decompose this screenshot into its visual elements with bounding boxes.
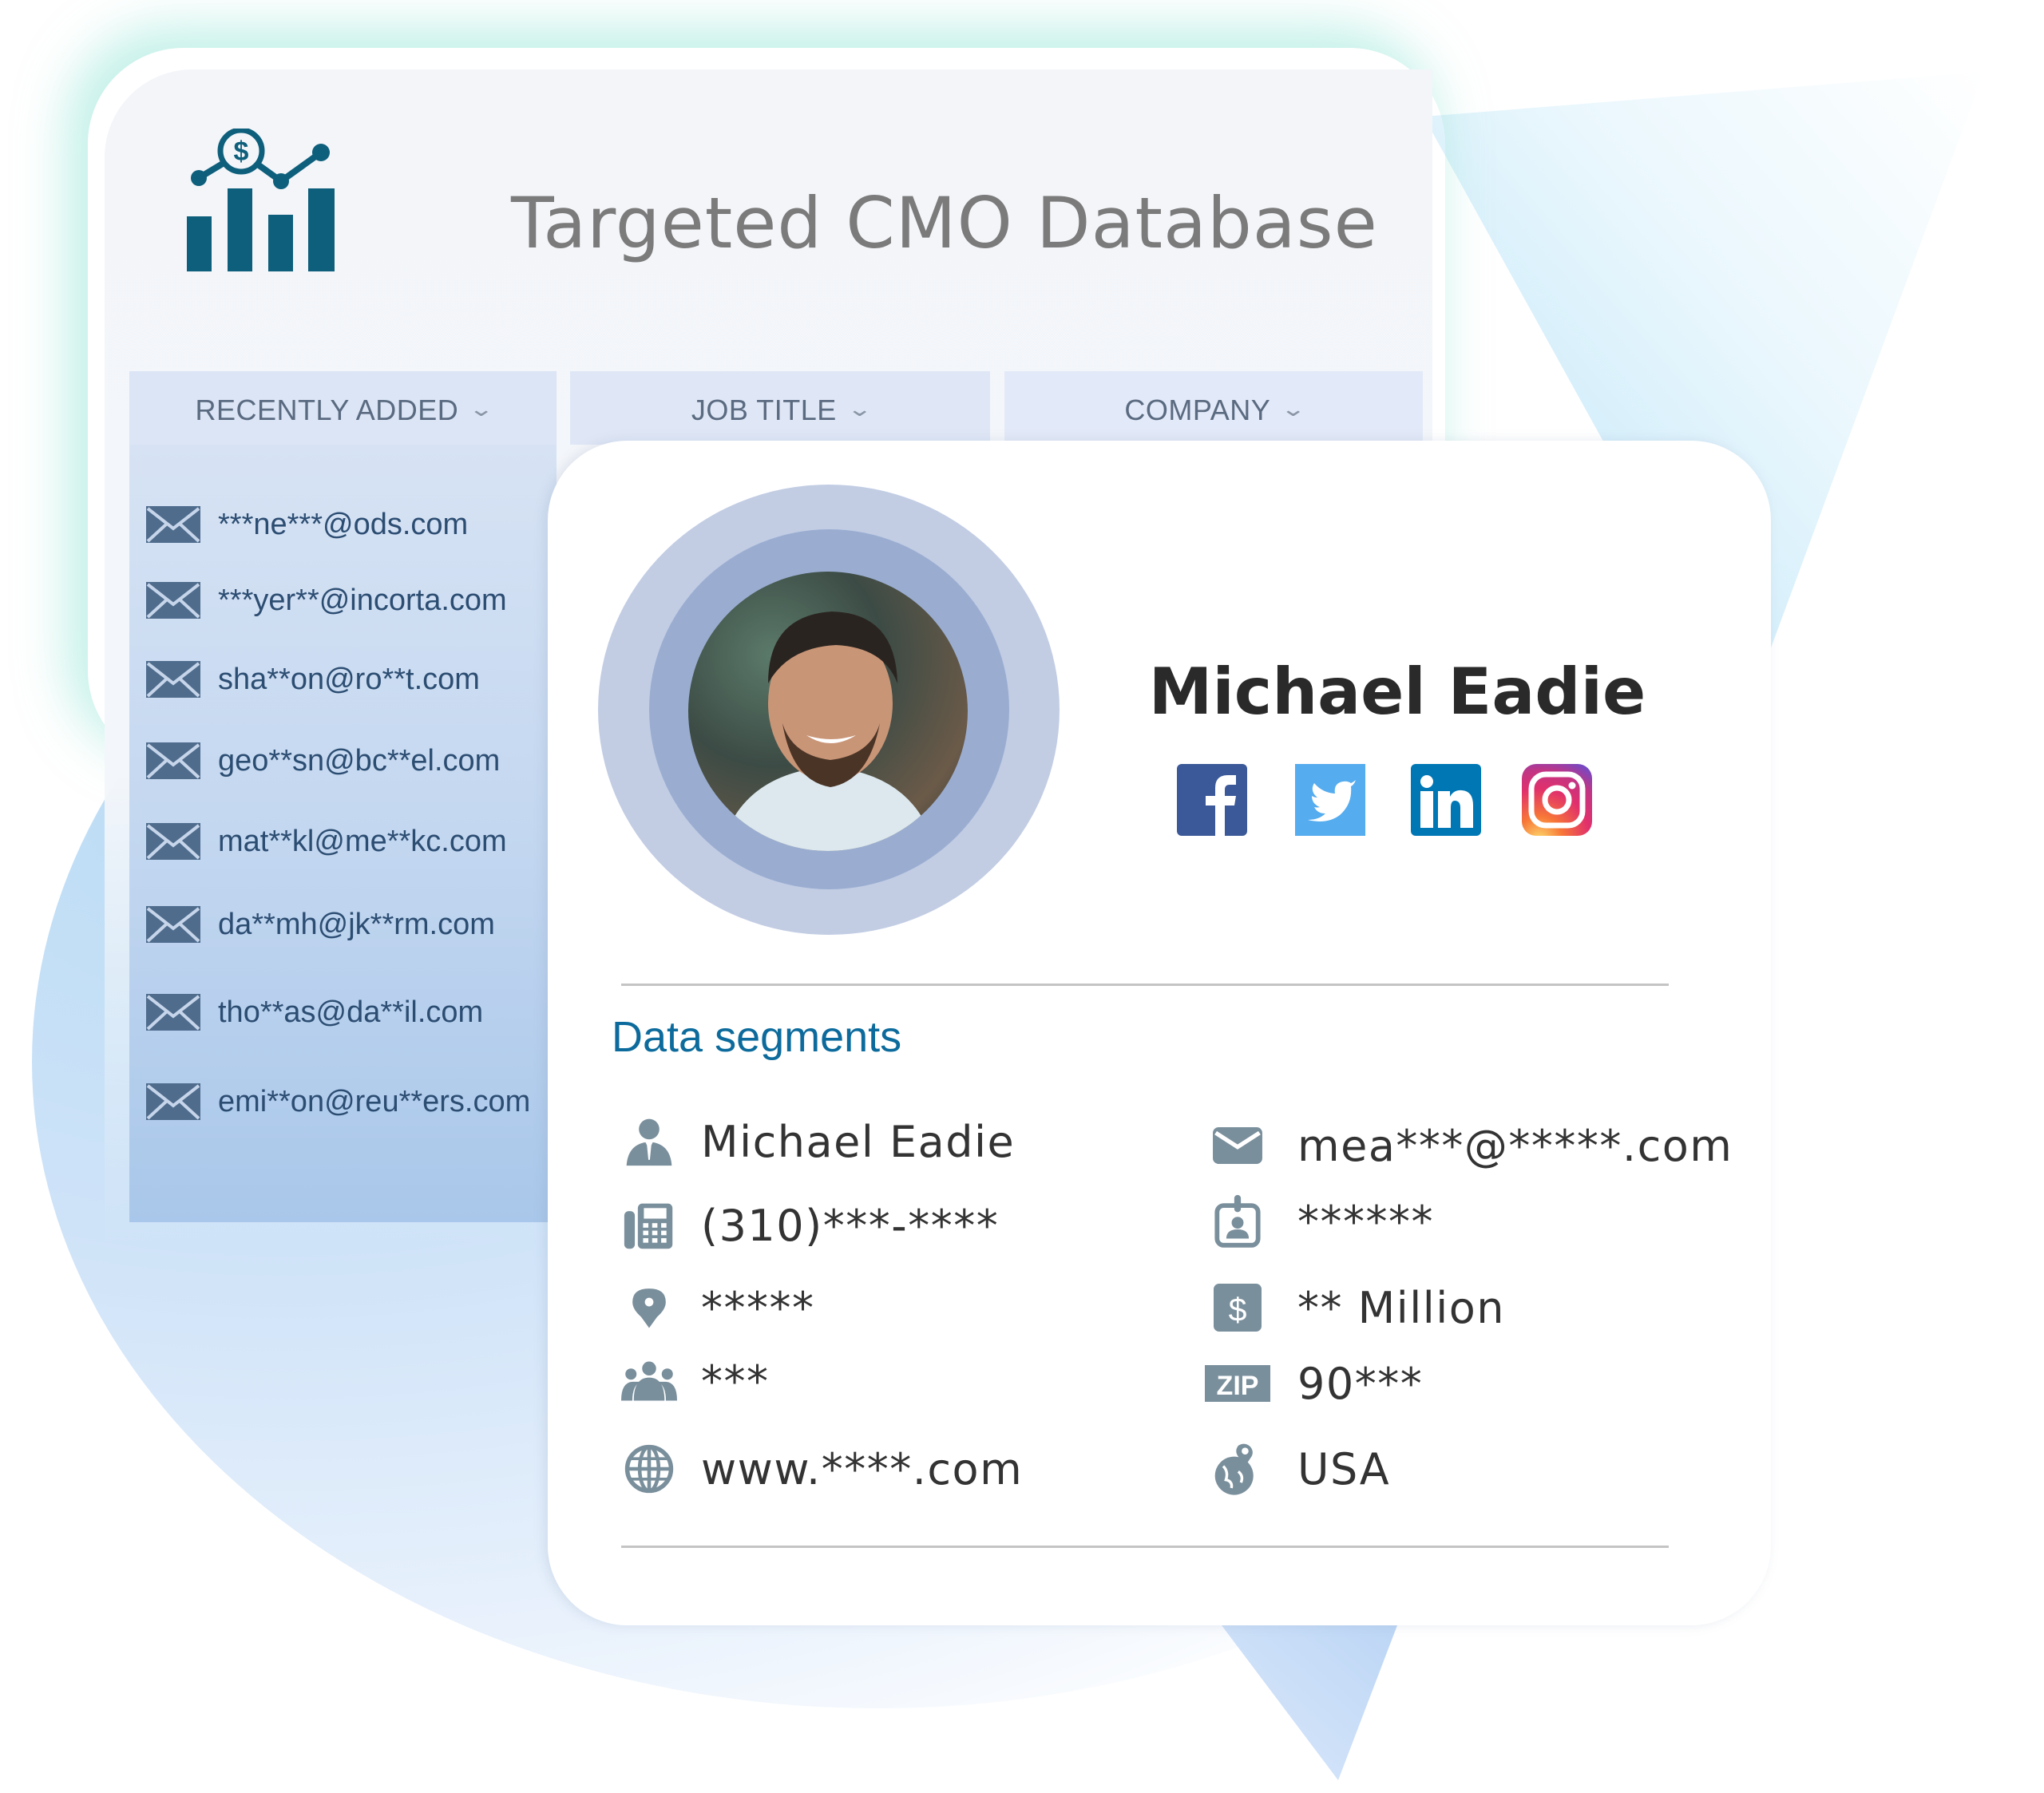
instagram-icon xyxy=(1528,771,1586,829)
email-text: ***ne***@ods.com xyxy=(218,507,469,541)
avatar xyxy=(688,572,968,851)
chevron-down-icon: ⌄ xyxy=(468,397,496,421)
globe-icon xyxy=(621,1441,677,1497)
svg-text:ZIP: ZIP xyxy=(1217,1371,1259,1401)
twitter-link[interactable] xyxy=(1295,764,1365,836)
email-text: da**mh@jk**rm.com xyxy=(218,907,495,941)
bar-chart-dollar-icon: $ xyxy=(187,129,335,271)
envelope-icon xyxy=(146,823,200,860)
tab-label: RECENTLY ADDED xyxy=(195,394,459,426)
facebook-link[interactable] xyxy=(1177,764,1247,836)
envelope-icon xyxy=(146,1083,200,1120)
segment-row: www.****.com xyxy=(621,1437,1023,1501)
segment-row: ***** xyxy=(621,1276,815,1340)
segment-value: ****** xyxy=(1297,1196,1434,1247)
email-list-item[interactable]: sha**on@ro**t.com xyxy=(146,655,480,703)
email-list-item[interactable]: emi**on@reu**ers.com xyxy=(146,1078,530,1126)
segment-value: mea***@*****.com xyxy=(1297,1120,1733,1171)
envelope-icon xyxy=(146,582,200,619)
email-text: geo**sn@bc**el.com xyxy=(218,743,501,778)
segment-value: Michael Eadie xyxy=(701,1116,1016,1167)
email-list-item[interactable]: mat**kl@me**kc.com xyxy=(146,817,507,865)
divider-top xyxy=(621,984,1669,986)
segment-value: ***** xyxy=(701,1282,815,1333)
facebook-icon xyxy=(1206,775,1236,836)
segment-row: $ ** Million xyxy=(1210,1276,1505,1340)
phone-icon xyxy=(621,1197,677,1253)
zip-icon: ZIP xyxy=(1202,1356,1274,1411)
linkedin-icon xyxy=(1420,775,1473,828)
email-text: sha**on@ro**t.com xyxy=(218,662,480,696)
email-text: tho**as@da**il.com xyxy=(218,995,484,1029)
envelope-icon xyxy=(1210,1118,1266,1174)
email-list-item[interactable]: ***yer**@incorta.com xyxy=(146,576,507,624)
svg-text:$: $ xyxy=(1229,1291,1247,1328)
segment-row: (310)***-**** xyxy=(621,1193,999,1257)
person-icon xyxy=(621,1114,677,1170)
page-title: Targeted CMO Database xyxy=(511,182,1378,264)
email-list-item[interactable]: da**mh@jk**rm.com xyxy=(146,900,495,948)
tab-label: COMPANY xyxy=(1124,394,1271,426)
segment-row: ****** xyxy=(1210,1189,1434,1253)
chevron-down-icon: ⌄ xyxy=(1280,397,1308,421)
segment-value: USA xyxy=(1297,1443,1391,1494)
envelope-icon xyxy=(146,906,200,943)
segment-row: USA xyxy=(1210,1437,1390,1501)
envelope-icon xyxy=(146,994,200,1031)
instagram-link[interactable] xyxy=(1522,764,1592,836)
team-icon xyxy=(621,1353,677,1409)
tab-job-title[interactable]: JOB TITLE ⌄ xyxy=(570,371,990,445)
segment-value: ** Million xyxy=(1297,1282,1506,1333)
segment-row: Michael Eadie xyxy=(621,1110,1015,1174)
avatar-person-illustration xyxy=(720,612,936,851)
segment-value: *** xyxy=(701,1356,770,1407)
segment-row: ZIP 90*** xyxy=(1202,1352,1423,1415)
tab-recently-added[interactable]: RECENTLY ADDED ⌄ xyxy=(129,371,557,445)
email-text: emi**on@reu**ers.com xyxy=(218,1084,531,1118)
segment-value: (310)***-**** xyxy=(701,1200,1000,1251)
id-badge-icon xyxy=(1210,1193,1266,1249)
chevron-down-icon: ⌄ xyxy=(846,397,873,421)
envelope-icon xyxy=(146,506,200,543)
divider-bottom xyxy=(621,1546,1669,1548)
segment-row: mea***@*****.com xyxy=(1210,1114,1733,1178)
profile-name: Michael Eadie xyxy=(1148,655,1646,729)
linkedin-link[interactable] xyxy=(1411,764,1481,836)
data-segments-title: Data segments xyxy=(612,1013,902,1061)
speech-tail xyxy=(1222,1625,1397,1780)
email-list-item[interactable]: ***ne***@ods.com xyxy=(146,501,468,548)
segment-value: www.****.com xyxy=(701,1443,1024,1494)
dollar-icon: $ xyxy=(1210,1280,1266,1336)
twitter-icon xyxy=(1308,780,1356,821)
envelope-icon xyxy=(146,742,200,779)
location-pin-icon xyxy=(621,1280,677,1336)
email-text: ***yer**@incorta.com xyxy=(218,583,507,617)
segment-value: 90*** xyxy=(1297,1358,1424,1409)
tab-label: JOB TITLE xyxy=(691,394,837,426)
envelope-icon xyxy=(146,661,200,698)
globe-pin-icon xyxy=(1210,1441,1266,1497)
segment-row: *** xyxy=(621,1349,770,1413)
email-list-item[interactable]: tho**as@da**il.com xyxy=(146,988,483,1036)
email-text: mat**kl@me**kc.com xyxy=(218,824,507,858)
tab-company[interactable]: COMPANY ⌄ xyxy=(1004,371,1423,445)
email-list-item[interactable]: geo**sn@bc**el.com xyxy=(146,737,500,785)
svg-text:$: $ xyxy=(234,137,249,167)
